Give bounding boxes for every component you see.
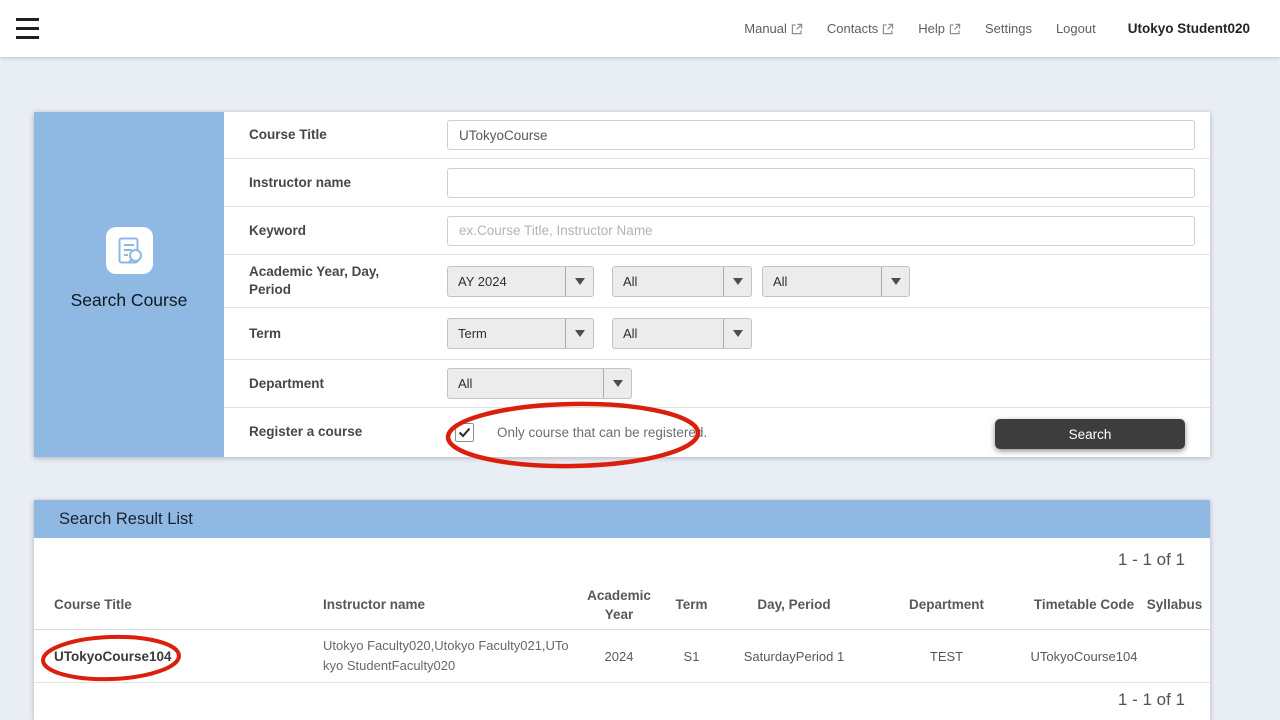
register-a-course-label: Register a course	[249, 423, 447, 441]
cell-instructor-name: Utokyo Faculty020,Utokyo Faculty021,UTok…	[323, 636, 579, 676]
day-select[interactable]: All	[612, 266, 752, 297]
search-course-sidebar: Search Course	[34, 112, 224, 457]
external-link-icon	[949, 23, 961, 35]
cell-term: S1	[659, 649, 724, 664]
col-course-title: Course Title	[34, 596, 323, 614]
chevron-down-icon	[723, 319, 751, 348]
checkmark-icon	[458, 427, 471, 438]
nav-help-label: Help	[918, 21, 945, 36]
col-department: Department	[864, 596, 1029, 614]
col-instructor-name: Instructor name	[323, 596, 579, 614]
nav-settings-label: Settings	[985, 21, 1032, 36]
pagination-top: 1 - 1 of 1	[34, 538, 1210, 582]
cell-timetable-code: UTokyoCourse104	[1029, 649, 1139, 664]
search-course-icon	[106, 227, 153, 274]
nav-logout-label: Logout	[1056, 21, 1096, 36]
term-label: Term	[249, 325, 447, 343]
registered-only-label: Only course that can be registered.	[497, 425, 707, 440]
top-bar: Manual Contacts Help Settings Logout Uto…	[0, 0, 1280, 57]
table-row: UTokyoCourse104 Utokyo Faculty020,Utokyo…	[34, 630, 1210, 683]
chevron-down-icon	[603, 369, 631, 398]
top-navigation: Manual Contacts Help Settings Logout Uto…	[744, 21, 1250, 36]
nav-contacts[interactable]: Contacts	[827, 21, 894, 36]
form-row-instructor: Instructor name	[224, 159, 1210, 207]
col-syllabus: Syllabus	[1139, 596, 1210, 614]
course-title-label: Course Title	[249, 126, 447, 144]
col-day-period: Day, Period	[724, 596, 864, 614]
chevron-down-icon	[565, 319, 593, 348]
form-row-year-day-period: Academic Year, Day, Period AY 2024 All A…	[224, 255, 1210, 308]
department-select[interactable]: All	[447, 368, 632, 399]
academic-year-select[interactable]: AY 2024	[447, 266, 594, 297]
course-title-input[interactable]	[447, 120, 1195, 150]
nav-contacts-label: Contacts	[827, 21, 878, 36]
chevron-down-icon	[565, 267, 593, 296]
cell-academic-year: 2024	[579, 649, 659, 664]
cell-day-period: SaturdayPeriod 1	[724, 649, 864, 664]
chevron-down-icon	[723, 267, 751, 296]
term-type-select[interactable]: Term	[447, 318, 594, 349]
form-row-term: Term Term All	[224, 308, 1210, 360]
panel-title: Search Course	[71, 290, 188, 311]
form-row-department: Department All	[224, 360, 1210, 408]
external-link-icon	[791, 23, 803, 35]
form-row-keyword: Keyword	[224, 207, 1210, 255]
search-button[interactable]: Search	[995, 419, 1185, 449]
search-results-panel: Search Result List 1 - 1 of 1 Course Tit…	[34, 500, 1210, 720]
menu-icon[interactable]	[16, 18, 44, 40]
keyword-input[interactable]	[447, 216, 1195, 246]
pagination-bottom: 1 - 1 of 1	[34, 683, 1210, 717]
results-table-header: Course Title Instructor name Academic Ye…	[34, 582, 1210, 630]
search-course-panel: Search Course Course Title Instructor na…	[34, 112, 1210, 457]
registered-only-checkbox[interactable]	[455, 423, 474, 442]
nav-manual-label: Manual	[744, 21, 787, 36]
nav-logout[interactable]: Logout	[1056, 21, 1096, 36]
form-row-course-title: Course Title	[224, 112, 1210, 159]
results-title: Search Result List	[59, 510, 193, 529]
instructor-name-input[interactable]	[447, 168, 1195, 198]
cell-course-title[interactable]: UTokyoCourse104	[34, 649, 323, 664]
nav-settings[interactable]: Settings	[985, 21, 1032, 36]
nav-help[interactable]: Help	[918, 21, 961, 36]
results-header: Search Result List	[34, 500, 1210, 538]
chevron-down-icon	[881, 267, 909, 296]
external-link-icon	[882, 23, 894, 35]
username: Utokyo Student020	[1128, 21, 1250, 36]
academic-year-day-period-label: Academic Year, Day, Period	[249, 263, 447, 298]
term-value-select[interactable]: All	[612, 318, 752, 349]
period-select[interactable]: All	[762, 266, 910, 297]
instructor-name-label: Instructor name	[249, 174, 447, 192]
search-form: Course Title Instructor name Keyword Aca…	[224, 112, 1210, 457]
cell-department: TEST	[864, 649, 1029, 664]
col-academic-year: Academic Year	[579, 587, 659, 623]
nav-manual[interactable]: Manual	[744, 21, 803, 36]
department-label: Department	[249, 375, 447, 393]
keyword-label: Keyword	[249, 222, 447, 240]
col-term: Term	[659, 596, 724, 614]
col-timetable-code: Timetable Code	[1029, 596, 1139, 614]
